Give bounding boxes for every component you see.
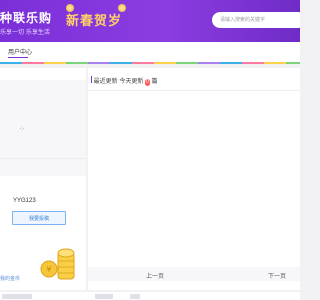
prev-page-link[interactable]: 上一页	[146, 271, 164, 280]
updates-header: 最近更新 今天更新 0 篇	[92, 76, 158, 86]
svg-text:¥: ¥	[46, 265, 51, 274]
footer-block	[95, 294, 113, 299]
submit-article-button[interactable]: 我要投稿	[12, 211, 66, 225]
nav-active-indicator	[8, 57, 28, 58]
coin-stack-icon: ¥	[40, 248, 75, 280]
site-logo[interactable]: 种联乐购	[0, 9, 52, 25]
top-nav: 用户中心	[0, 42, 300, 62]
my-coins-link[interactable]: 我的金币	[0, 275, 20, 282]
site-tagline: 乐享一切 乐享生活	[0, 29, 50, 36]
recent-updates-title: 最近更新	[93, 79, 118, 85]
today-updates-suffix: 篇	[151, 79, 158, 85]
nav-user-center[interactable]: 用户中心	[8, 47, 32, 56]
username: YYG123	[13, 198, 36, 204]
avatar: ⁘	[0, 80, 86, 176]
footer-block	[130, 294, 140, 299]
search-input[interactable]: 请输入搜索的关键字	[212, 12, 300, 28]
footer-block	[2, 294, 32, 299]
footer-bar	[0, 292, 300, 300]
new-year-banner-text: 新春贺岁	[66, 14, 123, 29]
today-count-badge: 0	[145, 79, 150, 86]
today-updates-prefix: 今天更新	[119, 79, 144, 85]
header-banner: 种联乐购 乐享一切 乐享生活 新春贺岁 请输入搜索的关键字	[0, 0, 300, 42]
updates-divider	[88, 90, 300, 91]
profile-divider	[0, 158, 86, 159]
pagination: 上一页 下一页	[88, 267, 300, 281]
profile-panel: ⁘ YYG123 我要投稿 ¥ 我的金币	[0, 68, 86, 290]
next-page-link[interactable]: 下一页	[268, 271, 286, 280]
updates-panel: 最近更新 今天更新 0 篇 上一页 下一页	[88, 68, 300, 290]
color-stripe-divider	[0, 62, 300, 64]
loading-spinner-icon: ⁘	[19, 126, 25, 133]
